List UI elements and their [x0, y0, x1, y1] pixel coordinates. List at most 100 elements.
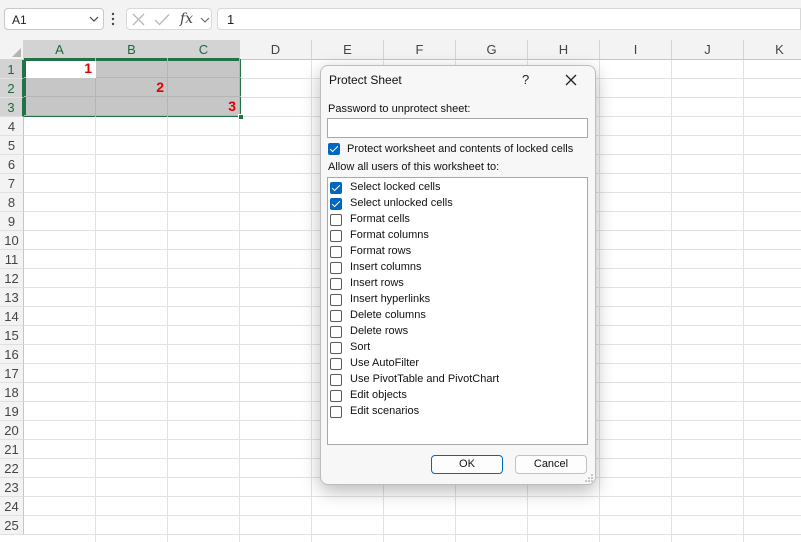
column-header-d[interactable]: D — [240, 40, 312, 60]
row-header-2[interactable]: 2 — [0, 79, 24, 98]
row-header-13[interactable]: 13 — [0, 288, 24, 307]
permission-checkbox[interactable] — [330, 230, 342, 242]
close-icon[interactable] — [563, 72, 579, 88]
row-header-14[interactable]: 14 — [0, 307, 24, 326]
chevron-down-icon[interactable] — [200, 15, 210, 25]
formula-tools: fx — [126, 8, 212, 30]
row-header-3[interactable]: 3 — [0, 98, 24, 117]
permission-checkbox[interactable] — [330, 262, 342, 274]
permission-item[interactable]: Format cells — [328, 212, 586, 228]
row-header-18[interactable]: 18 — [0, 383, 24, 402]
permission-checkbox[interactable] — [330, 310, 342, 322]
permission-checkbox[interactable] — [330, 198, 342, 210]
row-header-21[interactable]: 21 — [0, 440, 24, 459]
permission-label: Select locked cells — [350, 181, 441, 193]
permission-checkbox[interactable] — [330, 358, 342, 370]
resize-grip-icon[interactable] — [584, 473, 593, 482]
permission-checkbox[interactable] — [330, 374, 342, 386]
permission-checkbox[interactable] — [330, 342, 342, 354]
row-header-1[interactable]: 1 — [0, 60, 24, 79]
row-header-10[interactable]: 10 — [0, 231, 24, 250]
permission-item[interactable]: Use PivotTable and PivotChart — [328, 372, 586, 388]
cell-A1[interactable]: 1 — [26, 60, 92, 76]
insert-function-icon[interactable]: fx — [180, 11, 193, 27]
more-options-icon[interactable] — [111, 11, 115, 27]
column-header-f[interactable]: F — [384, 40, 456, 60]
column-header-e[interactable]: E — [312, 40, 384, 60]
permission-item[interactable]: Delete columns — [328, 308, 586, 324]
protect-contents-checkbox[interactable] — [328, 143, 340, 155]
password-input[interactable] — [327, 118, 588, 138]
cancel-button[interactable]: Cancel — [515, 455, 587, 474]
row-header-7[interactable]: 7 — [0, 174, 24, 193]
column-header-a[interactable]: A — [24, 40, 96, 60]
permissions-list[interactable]: Select locked cells Select unlocked cells… — [327, 177, 588, 445]
row-header-11[interactable]: 11 — [0, 250, 24, 269]
formula-bar: A1 fx 1 — [0, 0, 801, 40]
row-header-12[interactable]: 12 — [0, 269, 24, 288]
row-header-8[interactable]: 8 — [0, 193, 24, 212]
cell-B2[interactable]: 2 — [98, 79, 164, 95]
permission-item[interactable]: Select unlocked cells — [328, 196, 586, 212]
cancel-entry-icon[interactable] — [132, 13, 145, 26]
select-all-button[interactable] — [0, 40, 24, 60]
row-header-9[interactable]: 9 — [0, 212, 24, 231]
permission-label: Edit scenarios — [350, 405, 420, 417]
column-header-b[interactable]: B — [96, 40, 168, 60]
column-header-k[interactable]: K — [744, 40, 801, 60]
permission-item[interactable]: Edit objects — [328, 388, 586, 404]
row-header-6[interactable]: 6 — [0, 155, 24, 174]
cell-C3[interactable]: 3 — [170, 98, 236, 114]
formula-input[interactable]: 1 — [217, 8, 801, 30]
permission-checkbox[interactable] — [330, 390, 342, 402]
row-header-19[interactable]: 19 — [0, 402, 24, 421]
row-header-15[interactable]: 15 — [0, 326, 24, 345]
column-header-c[interactable]: C — [168, 40, 240, 60]
row-header-5[interactable]: 5 — [0, 136, 24, 155]
permission-label: Format cells — [350, 213, 410, 225]
permission-item[interactable]: Format columns — [328, 228, 586, 244]
chevron-down-icon[interactable] — [89, 14, 99, 24]
ok-button[interactable]: OK — [431, 455, 503, 474]
permission-label: Format rows — [350, 245, 412, 257]
select-all-triangle-icon — [12, 48, 21, 57]
permission-item[interactable]: Sort — [328, 340, 586, 356]
permission-item[interactable]: Insert columns — [328, 260, 586, 276]
dialog-title: Protect Sheet — [329, 73, 402, 87]
permission-checkbox[interactable] — [330, 294, 342, 306]
row-header-24[interactable]: 24 — [0, 497, 24, 516]
permission-item[interactable]: Edit scenarios — [328, 404, 586, 420]
help-button[interactable]: ? — [522, 72, 529, 87]
column-header-h[interactable]: H — [528, 40, 600, 60]
name-box[interactable]: A1 — [4, 8, 104, 30]
permission-label: Insert rows — [350, 277, 404, 289]
permission-item[interactable]: Format rows — [328, 244, 586, 260]
permission-label: Edit objects — [350, 389, 407, 401]
row-header-17[interactable]: 17 — [0, 364, 24, 383]
row-header-4[interactable]: 4 — [0, 117, 24, 136]
column-header-g[interactable]: G — [456, 40, 528, 60]
permission-item[interactable]: Insert hyperlinks — [328, 292, 586, 308]
permission-checkbox[interactable] — [330, 406, 342, 418]
confirm-entry-icon[interactable] — [154, 13, 170, 26]
row-header-22[interactable]: 22 — [0, 459, 24, 478]
permission-checkbox[interactable] — [330, 246, 342, 258]
permission-checkbox[interactable] — [330, 214, 342, 226]
permission-checkbox[interactable] — [330, 278, 342, 290]
permission-checkbox[interactable] — [330, 182, 342, 194]
permission-checkbox[interactable] — [330, 326, 342, 338]
column-header-j[interactable]: J — [672, 40, 744, 60]
permission-item[interactable]: Use AutoFilter — [328, 356, 586, 372]
protect-contents-label: Protect worksheet and contents of locked… — [347, 143, 574, 155]
row-header-25[interactable]: 25 — [0, 516, 24, 535]
permission-label: Use PivotTable and PivotChart — [350, 373, 500, 385]
row-header-20[interactable]: 20 — [0, 421, 24, 440]
permission-item[interactable]: Insert rows — [328, 276, 586, 292]
column-header-i[interactable]: I — [600, 40, 672, 60]
row-header-23[interactable]: 23 — [0, 478, 24, 497]
permission-item[interactable]: Delete rows — [328, 324, 586, 340]
fill-handle[interactable] — [238, 114, 244, 120]
permission-label: Delete rows — [350, 325, 409, 337]
permission-item[interactable]: Select locked cells — [328, 180, 586, 196]
row-header-16[interactable]: 16 — [0, 345, 24, 364]
